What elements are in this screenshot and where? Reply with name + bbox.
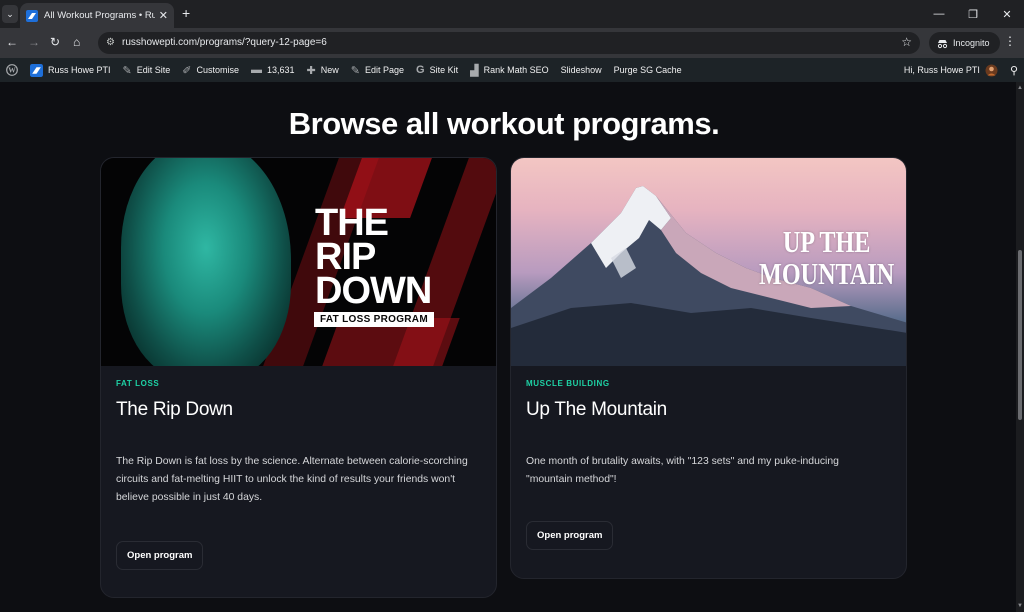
customise-brush-icon: ✐ xyxy=(182,64,192,77)
torso-illustration xyxy=(121,158,291,366)
program-category[interactable]: FAT LOSS xyxy=(116,379,481,388)
program-title[interactable]: The Rip Down xyxy=(116,399,481,421)
image-title-line: DOWN xyxy=(315,270,432,312)
wp-site-kit[interactable]: G Site Kit xyxy=(410,58,464,82)
page-heading: Browse all workout programs. xyxy=(288,106,720,141)
tab-title: All Workout Programs • Russ H xyxy=(44,10,155,21)
wp-new[interactable]: ✚ New xyxy=(301,58,345,82)
window-controls: — ❐ ✕ xyxy=(922,0,1024,28)
rip-down-image-title: THE RIP DOWN xyxy=(315,202,432,312)
page-scrollbar[interactable]: ▲ ▼ xyxy=(1016,82,1024,612)
close-window-icon[interactable]: ✕ xyxy=(990,0,1024,28)
wordpress-logo-icon: W xyxy=(6,64,18,76)
new-tab-button[interactable]: + xyxy=(182,5,190,21)
wp-site-name-label: Russ Howe PTI xyxy=(48,65,111,75)
wp-customise-label: Customise xyxy=(196,65,240,75)
program-description: The Rip Down is fat loss by the science.… xyxy=(116,456,468,503)
program-image-up-the-mountain[interactable]: UP THE MOUNTAIN xyxy=(511,158,906,366)
bookmark-star-icon[interactable]: ☆ xyxy=(901,35,912,49)
wp-slideshow[interactable]: Slideshow xyxy=(555,58,608,82)
incognito-label: Incognito xyxy=(953,38,990,48)
wp-site-name[interactable]: Russ Howe PTI xyxy=(24,58,117,82)
home-icon[interactable]: ⌂ xyxy=(73,35,80,49)
svg-text:W: W xyxy=(8,66,16,75)
site-info-icon[interactable]: ⚙ xyxy=(106,37,115,48)
image-title-line: UP THE xyxy=(782,224,871,259)
wp-comments[interactable]: ▬ 13,631 xyxy=(245,58,301,82)
program-title[interactable]: Up The Mountain xyxy=(526,399,891,421)
card-body: MUSCLE BUILDING Up The Mountain One mont… xyxy=(511,366,906,550)
image-title-line: THE xyxy=(315,202,389,244)
wp-purge-cache[interactable]: Purge SG Cache xyxy=(608,58,688,82)
wp-admin-bar: W Russ Howe PTI ✎ Edit Site ✐ Customise … xyxy=(0,58,1024,82)
image-title-line: MOUNTAIN xyxy=(759,256,895,291)
edit-page-pencil-icon: ✎ xyxy=(350,64,360,77)
wp-new-label: New xyxy=(320,65,339,75)
wp-edit-page[interactable]: ✎ Edit Page xyxy=(345,58,410,82)
program-image-rip-down[interactable]: THE RIP DOWN FAT LOSS PROGRAM xyxy=(101,158,496,366)
wp-search[interactable]: ⚲ xyxy=(1004,58,1024,82)
image-title-line: RIP xyxy=(315,236,376,278)
back-icon[interactable]: ← xyxy=(6,35,18,49)
minimize-icon[interactable]: — xyxy=(922,0,956,28)
user-avatar-icon xyxy=(985,64,998,76)
fat-loss-program-badge: FAT LOSS PROGRAM xyxy=(314,312,434,327)
wp-greeting: Hi, Russ Howe PTI xyxy=(903,65,980,75)
browser-tab-bar: ⌄ All Workout Programs • Russ H ✕ + — ❐ … xyxy=(0,0,1024,28)
wp-edit-site-label: Edit Site xyxy=(136,65,171,75)
plus-icon: ✚ xyxy=(306,64,316,77)
wp-slideshow-label: Slideshow xyxy=(560,65,602,75)
wp-logo-item[interactable]: W xyxy=(0,58,24,82)
wp-rank-math-label: Rank Math SEO xyxy=(483,65,549,75)
wp-edit-site[interactable]: ✎ Edit Site xyxy=(117,58,177,82)
url-text[interactable]: russhowepti.com/programs/?query-12-page=… xyxy=(122,37,327,48)
scroll-up-arrow-icon[interactable]: ▲ xyxy=(1017,85,1023,91)
program-category[interactable]: MUSCLE BUILDING xyxy=(526,379,891,388)
scrollbar-thumb[interactable] xyxy=(1018,250,1022,420)
wp-comments-count: 13,631 xyxy=(267,65,295,75)
wp-site-kit-label: Site Kit xyxy=(429,65,459,75)
program-description: One month of brutality awaits, with "123… xyxy=(526,456,839,485)
open-program-button[interactable]: Open program xyxy=(116,541,204,570)
browser-toolbar: ← → ↻ ⌂ ⚙ russhowepti.com/programs/?quer… xyxy=(0,28,1024,58)
restore-icon[interactable]: ❐ xyxy=(956,0,990,28)
tab-search-chevron-icon[interactable]: ⌄ xyxy=(2,5,18,23)
wp-purge-cache-label: Purge SG Cache xyxy=(613,65,682,75)
scroll-down-arrow-icon[interactable]: ▼ xyxy=(1017,603,1023,609)
address-bar[interactable]: ⚙ russhowepti.com/programs/?query-12-pag… xyxy=(98,32,920,54)
edit-site-icon: ✎ xyxy=(122,64,132,77)
reload-icon[interactable]: ↻ xyxy=(50,35,60,49)
wp-admin-bar-right: Hi, Russ Howe PTI ⚲ xyxy=(898,58,1024,82)
search-icon: ⚲ xyxy=(1009,64,1018,77)
program-card-up-the-mountain[interactable]: UP THE MOUNTAIN MUSCLE BUILDING Up The M… xyxy=(510,157,907,579)
site-favicon-icon xyxy=(26,9,38,22)
page-content: Browse all workout programs. THE RIP DOW… xyxy=(0,82,1016,612)
tab-close-icon[interactable]: ✕ xyxy=(159,9,168,22)
card-body: FAT LOSS The Rip Down The Rip Down is fa… xyxy=(101,366,496,570)
wp-edit-page-label: Edit Page xyxy=(365,65,405,75)
up-the-mountain-image-title: UP THE MOUNTAIN xyxy=(759,226,894,290)
forward-icon[interactable]: → xyxy=(28,35,40,49)
comments-bubble-icon: ▬ xyxy=(251,64,263,76)
wp-customise[interactable]: ✐ Customise xyxy=(176,58,245,82)
rank-math-chart-icon: ▟ xyxy=(470,64,479,77)
browser-menu-icon[interactable]: ⋮ xyxy=(1004,34,1016,48)
browser-tab[interactable]: All Workout Programs • Russ H ✕ xyxy=(20,3,174,28)
incognito-indicator[interactable]: Incognito xyxy=(929,32,1000,54)
open-program-button[interactable]: Open program xyxy=(526,521,614,550)
program-card-rip-down[interactable]: THE RIP DOWN FAT LOSS PROGRAM FAT LOSS T… xyxy=(100,157,497,598)
wp-rank-math[interactable]: ▟ Rank Math SEO xyxy=(464,58,555,82)
site-logo-icon xyxy=(30,63,43,77)
google-g-icon: G xyxy=(416,64,425,76)
wp-my-account[interactable]: Hi, Russ Howe PTI xyxy=(898,58,1004,82)
incognito-icon xyxy=(937,39,948,48)
